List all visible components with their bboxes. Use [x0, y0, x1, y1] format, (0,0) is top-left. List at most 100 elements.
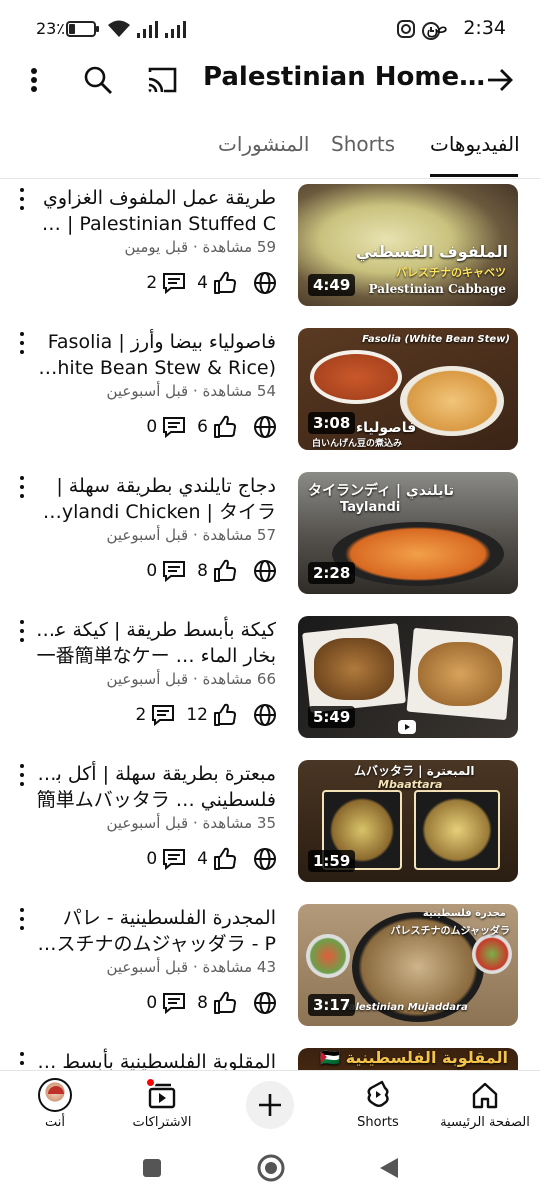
video-title-line1: المجدرة الفلسطينية - パレ: [62, 907, 276, 929]
video-duration: 5:49: [308, 706, 356, 728]
upload-age: قبل أسبوعين: [106, 814, 189, 832]
battery-percent: 23٪: [36, 19, 65, 38]
more-button[interactable]: [14, 764, 30, 786]
thumbnail-caption: مجدرة فلسطينية: [422, 908, 506, 919]
more-button[interactable]: [14, 188, 30, 210]
video-duration: 4:49: [308, 274, 356, 296]
video-thumbnail[interactable]: ムバッタラ | المبعترة Mbaattara 1:59: [298, 760, 518, 882]
like-icon[interactable]: [212, 846, 238, 872]
more-vert-button[interactable]: [14, 60, 54, 100]
thumbnail-caption: Mbaattara: [378, 778, 443, 791]
view-count: 59 مشاهدة: [202, 238, 277, 256]
back-button[interactable]: [480, 60, 520, 100]
video-item[interactable]: مبعترة بطريقة سهلة | أكل بيتي فلسطيني … …: [0, 756, 540, 900]
video-thumbnail[interactable]: 🇵🇸 المقلوبة الفلسطينية: [298, 1048, 518, 1070]
cast-button[interactable]: [142, 60, 182, 100]
thumbnail-caption: 🇵🇸 المقلوبة الفلسطينية: [320, 1048, 508, 1067]
channel-title: Palestinian Home…: [203, 62, 486, 92]
add-icon: [259, 1094, 281, 1116]
video-title-line2: (White Bean Stew & Rice |…: [36, 357, 276, 379]
video-title-line1: دجاج تايلندي بطريقة سهلة |: [56, 475, 276, 497]
video-item[interactable]: دجاج تايلندي بطريقة سهلة | Taylandi Chic…: [0, 468, 540, 612]
upload-age: قبل أسبوعين: [106, 670, 189, 688]
comment-icon[interactable]: [161, 847, 187, 871]
more-button[interactable]: [14, 332, 30, 354]
nav-shorts[interactable]: Shorts: [323, 1077, 433, 1130]
avatar-icon: [38, 1078, 72, 1112]
video-thumbnail[interactable]: مجدرة فلسطينية パレスチナのムジャッダラ Palestinian …: [298, 904, 518, 1026]
like-icon[interactable]: [212, 702, 238, 728]
search-button[interactable]: [78, 60, 118, 100]
thumbnail-caption: Palestinian Mujaddara: [342, 1002, 468, 1013]
video-title-line1: كيكة بأبسط طريقة | كيكة على: [36, 619, 276, 641]
thumbnail-caption: タイランディ | تايلندي: [308, 483, 455, 499]
thumbnail-caption: الملفوف الفسطني: [355, 242, 508, 261]
nav-shorts-label: Shorts: [357, 1115, 399, 1130]
top-app-bar: Palestinian Home…: [0, 50, 540, 110]
comment-icon[interactable]: [161, 559, 187, 583]
video-stats: 0 8: [146, 556, 278, 586]
tab-videos[interactable]: الفيديوهات: [430, 132, 520, 156]
video-meta: 43 مشاهدة · قبل أسبوعين: [106, 958, 276, 976]
like-icon[interactable]: [212, 270, 238, 296]
comment-icon[interactable]: [161, 991, 187, 1015]
comment-count: 0: [146, 849, 158, 869]
video-item[interactable]: طريقة عمل الملفوف الغزاوي 🇵🇸 | Palestini…: [0, 180, 540, 324]
like-count: 6: [197, 417, 208, 437]
back-system-icon[interactable]: [378, 1156, 400, 1180]
comment-icon[interactable]: [150, 703, 176, 727]
more-vert-icon: [31, 68, 37, 92]
view-count: 43 مشاهدة: [202, 958, 277, 976]
video-title-line1: مبعترة بطريقة سهلة | أكل بيتي: [36, 763, 276, 785]
nav-subscriptions[interactable]: الاشتراكات: [107, 1077, 217, 1130]
signal-icon-2: [165, 21, 186, 38]
video-stats: 0 6: [146, 412, 278, 442]
video-item[interactable]: المقلوبة الفلسطينية بأبسط طريقة 🇵🇸 المقل…: [0, 1044, 540, 1070]
more-button[interactable]: [14, 1052, 30, 1070]
more-button[interactable]: [14, 908, 30, 930]
video-title-line2: スチナのムジャッダラ - P…: [37, 933, 276, 955]
video-thumbnail[interactable]: الملفوف الفسطني パレスチナのキャベツ Palestinian C…: [298, 184, 518, 306]
nav-home[interactable]: الصفحة الرئيسية: [430, 1077, 540, 1130]
more-button[interactable]: [14, 476, 30, 498]
comment-count: 0: [146, 993, 158, 1013]
globe-icon: [254, 560, 276, 582]
shorts-icon: [367, 1080, 389, 1107]
comment-count: 0: [146, 561, 158, 581]
video-thumbnail[interactable]: 5:49: [298, 616, 518, 738]
video-duration: 2:28: [308, 562, 356, 584]
thumbnail-caption: ムバッタラ | المبعترة: [354, 764, 475, 778]
thumbnail-caption: Palestinian Cabbage: [368, 282, 506, 296]
comment-icon[interactable]: [161, 415, 187, 439]
video-list: طريقة عمل الملفوف الغزاوي 🇵🇸 | Palestini…: [0, 180, 540, 1070]
video-stats: 0 8: [146, 988, 278, 1018]
video-thumbnail[interactable]: タイランディ | تايلندي Taylandi 2:28: [298, 472, 518, 594]
recents-icon[interactable]: [142, 1158, 162, 1178]
nav-you[interactable]: أنت: [0, 1077, 110, 1130]
create-button[interactable]: [246, 1081, 294, 1129]
video-item[interactable]: المجدرة الفلسطينية - パレ スチナのムジャッダラ - P… …: [0, 900, 540, 1044]
home-icon: [472, 1082, 498, 1109]
tab-posts[interactable]: المنشورات: [218, 132, 309, 156]
like-icon[interactable]: [212, 414, 238, 440]
video-title-line2: فلسطيني … 簡単ムバッタラ: [36, 789, 276, 811]
video-meta: 66 مشاهدة · قبل أسبوعين: [106, 670, 276, 688]
video-item[interactable]: كيكة بأبسط طريقة | كيكة على بخار الماء ……: [0, 612, 540, 756]
comment-icon[interactable]: [161, 271, 187, 295]
video-thumbnail[interactable]: Fasolia (White Bean Stew) فاصولياء 白いんげん…: [298, 328, 518, 450]
video-title-line2: بخار الماء … 一番簡単なケー: [36, 645, 276, 667]
tab-shorts[interactable]: Shorts: [331, 132, 395, 156]
more-button[interactable]: [14, 620, 30, 642]
video-meta: 54 مشاهدة · قبل أسبوعين: [106, 382, 276, 400]
signal-icon: [137, 21, 158, 38]
home-system-icon[interactable]: [256, 1153, 286, 1183]
thumbnail-caption: Fasolia (White Bean Stew): [362, 334, 510, 345]
video-stats: 0 4: [146, 844, 278, 874]
like-icon[interactable]: [212, 990, 238, 1016]
notification-dot: [145, 1077, 156, 1088]
video-meta: 35 مشاهدة · قبل أسبوعين: [106, 814, 276, 832]
view-count: 35 مشاهدة: [202, 814, 277, 832]
video-meta: 59 مشاهدة · قبل يومين: [124, 238, 276, 256]
video-item[interactable]: فاصولياء بيضا وأرز | Fasolia (White Bean…: [0, 324, 540, 468]
like-icon[interactable]: [212, 558, 238, 584]
